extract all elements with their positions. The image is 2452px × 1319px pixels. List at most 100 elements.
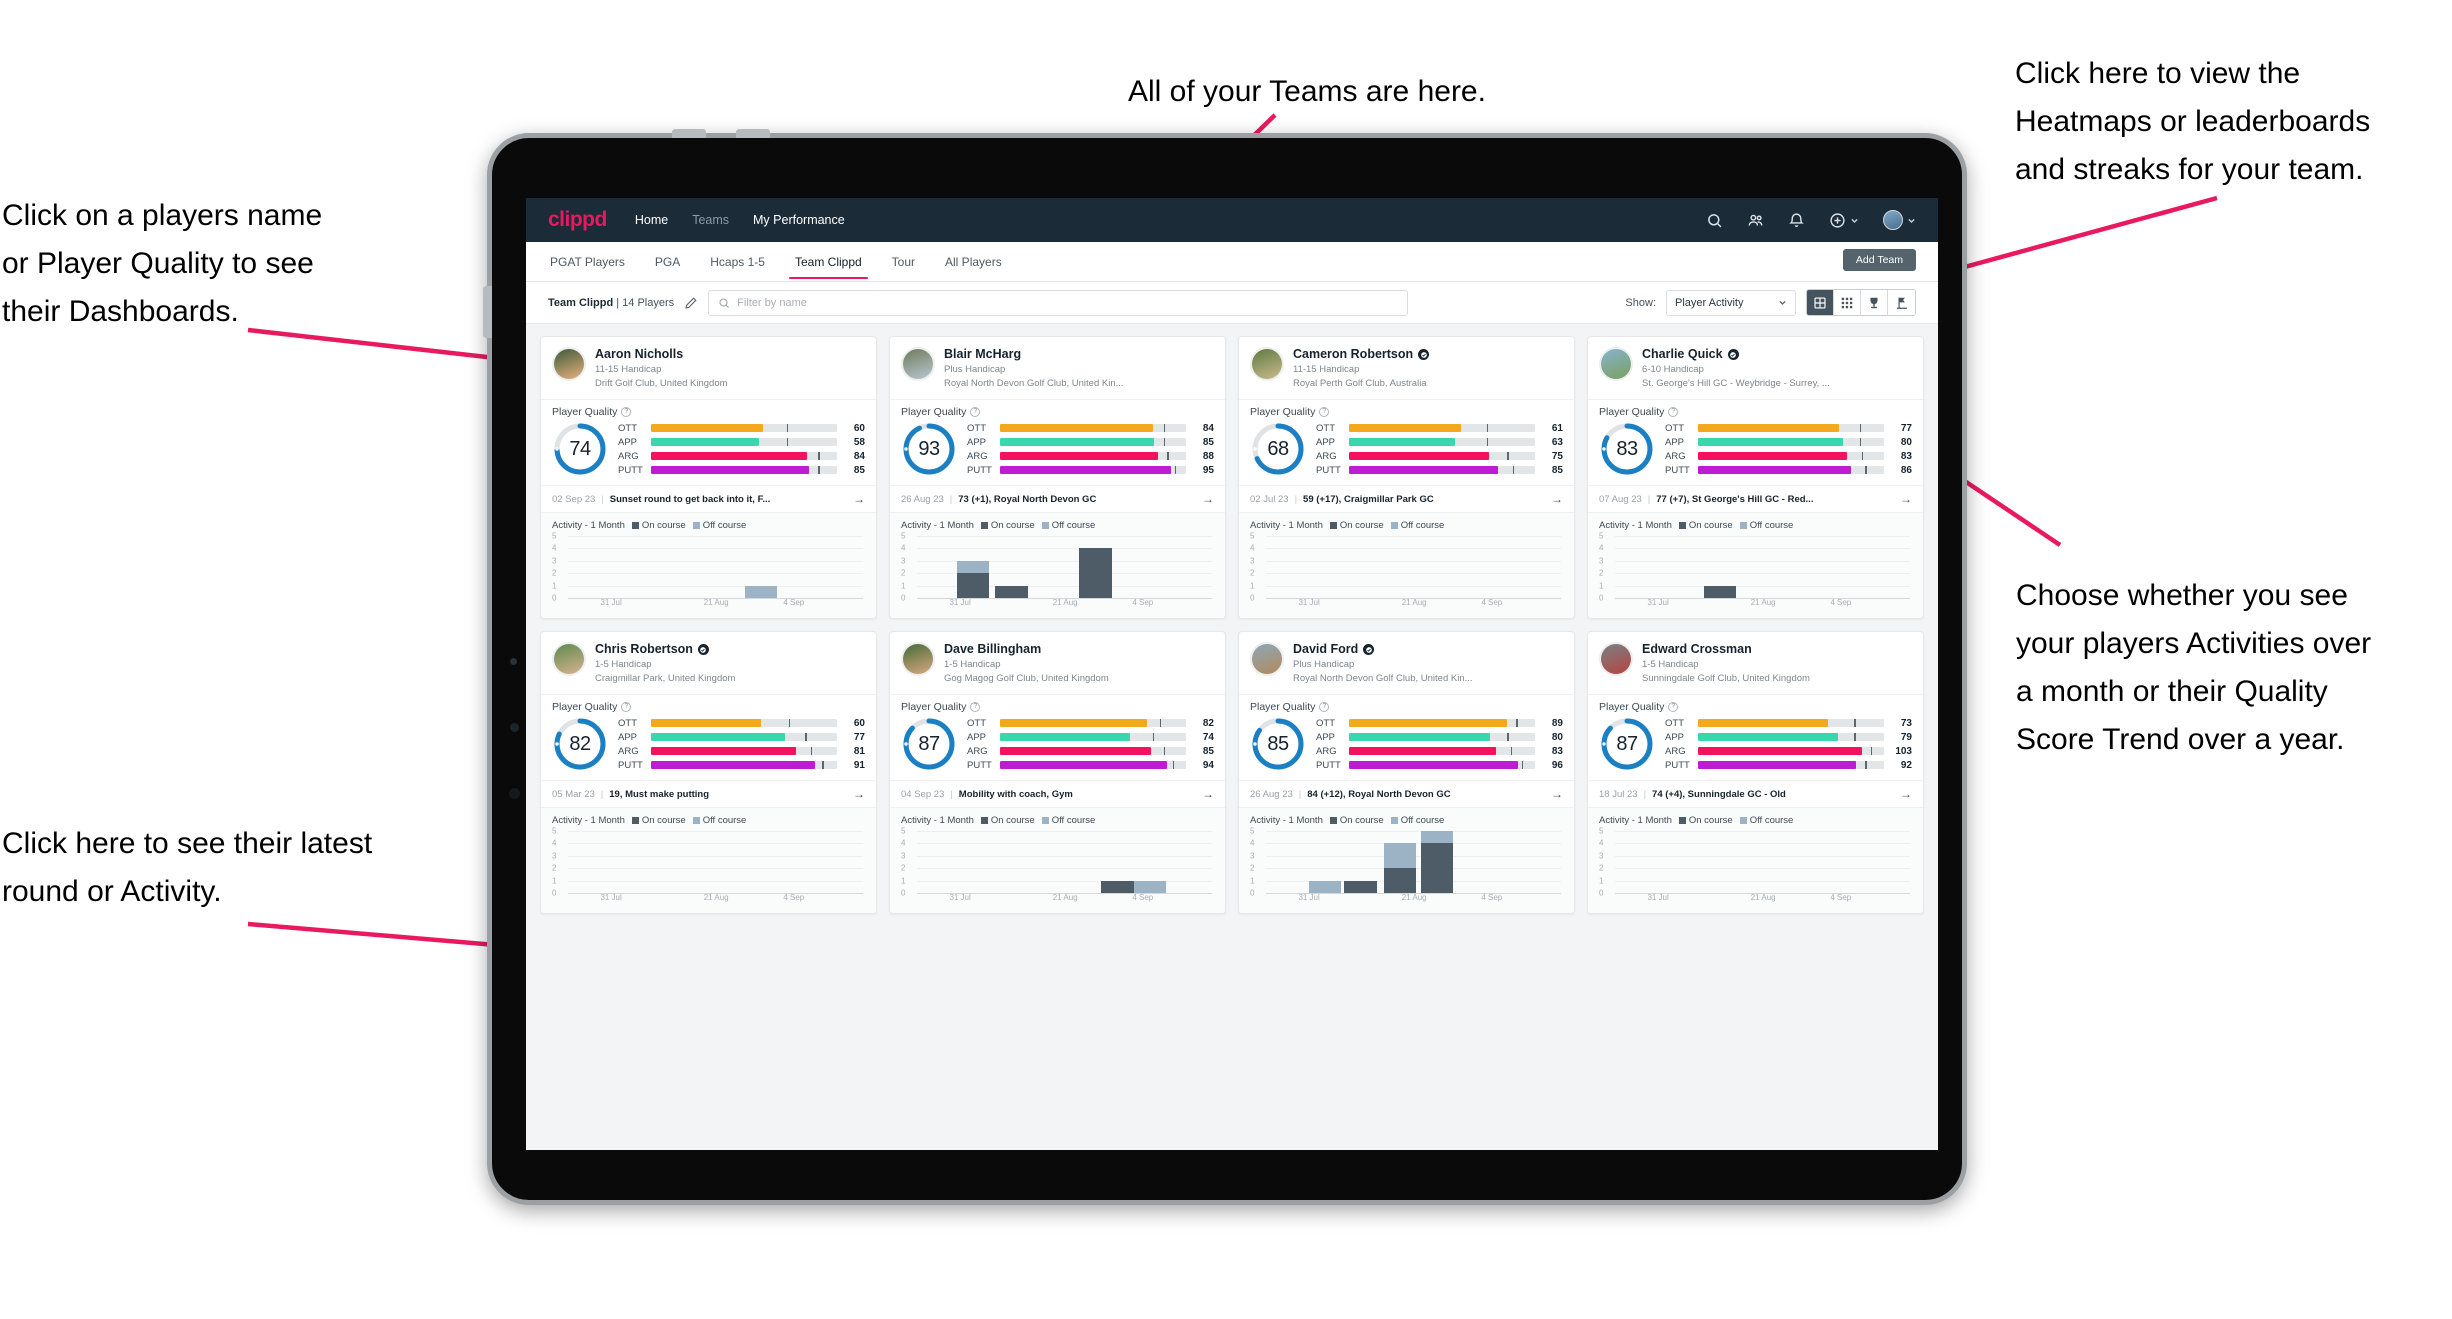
player-name[interactable]: Charlie Quick xyxy=(1642,347,1830,362)
player-card[interactable]: Charlie Quick 6-10 Handicap St. George's H… xyxy=(1587,336,1924,619)
activity-plot xyxy=(568,831,863,893)
player-quality-section[interactable]: Player Quality? 93 OTT 84 APP 85 ARG 88 PUTT 95 xyxy=(890,399,1225,485)
player-name[interactable]: David Ford xyxy=(1293,642,1473,657)
help-icon[interactable]: ? xyxy=(970,407,981,417)
latest-round-row[interactable]: 18 Jul 23 | 74 (+4), Sunningdale GC - Old → xyxy=(1588,780,1923,807)
latest-round-row[interactable]: 07 Aug 23 | 77 (+7), St George's Hill GC -… xyxy=(1588,485,1923,512)
help-icon[interactable]: ? xyxy=(1319,407,1330,417)
quality-score-ring: 87 xyxy=(901,716,957,772)
arrow-right-icon[interactable]: → xyxy=(1545,787,1563,801)
player-card-header[interactable]: David Ford Plus Handicap Royal North Devon… xyxy=(1239,632,1574,694)
user-avatar-menu[interactable] xyxy=(1883,210,1916,230)
view-toggle-group xyxy=(1806,289,1916,316)
player-avatar xyxy=(1250,642,1284,676)
chevron-down-icon xyxy=(1779,300,1786,305)
arrow-right-icon[interactable]: → xyxy=(847,787,865,801)
team-icon[interactable] xyxy=(1747,212,1764,229)
help-icon[interactable]: ? xyxy=(1319,702,1330,712)
help-icon[interactable]: ? xyxy=(970,702,981,712)
trophy-icon[interactable] xyxy=(1861,290,1888,315)
player-card[interactable]: Blair McHarg Plus Handicap Royal North Dev… xyxy=(889,336,1226,619)
player-card[interactable]: David Ford Plus Handicap Royal North Devon… xyxy=(1238,631,1575,914)
latest-round-row[interactable]: 04 Sep 23 | Mobility with coach, Gym → xyxy=(890,780,1225,807)
help-icon[interactable]: ? xyxy=(621,702,632,712)
tab-pga[interactable]: PGA xyxy=(653,244,682,279)
search-input[interactable]: Filter by name xyxy=(708,289,1409,316)
player-card[interactable]: Chris Robertson 1-5 Handicap Craigmillar P… xyxy=(540,631,877,914)
show-select[interactable]: Player Activity xyxy=(1666,289,1796,316)
quality-metric-row: PUTT 85 xyxy=(618,465,865,476)
arrow-right-icon[interactable]: → xyxy=(1894,787,1912,801)
player-card-header[interactable]: Edward Crossman 1-5 Handicap Sunningdale G… xyxy=(1588,632,1923,694)
y-axis-tick: 4 xyxy=(901,543,906,553)
player-card[interactable]: Edward Crossman 1-5 Handicap Sunningdale G… xyxy=(1587,631,1924,914)
y-axis-tick: 3 xyxy=(552,851,557,861)
latest-round-row[interactable]: 26 Aug 23 | 73 (+1), Royal North Devon GC → xyxy=(890,485,1225,512)
player-name[interactable]: Blair McHarg xyxy=(944,347,1124,362)
leaderboard-icon[interactable] xyxy=(1888,290,1915,315)
dense-grid-icon[interactable] xyxy=(1834,290,1861,315)
pencil-icon[interactable] xyxy=(684,296,698,310)
player-name[interactable]: Cameron Robertson xyxy=(1293,347,1430,362)
y-axis-tick: 3 xyxy=(901,556,906,566)
nav-teams[interactable]: Teams xyxy=(692,213,729,227)
player-card-header[interactable]: Cameron Robertson 11-15 Handicap Royal Per… xyxy=(1239,337,1574,399)
player-quality-section[interactable]: Player Quality? 82 OTT 60 APP 77 ARG 81 PUTT 91 xyxy=(541,694,876,780)
help-icon[interactable]: ? xyxy=(621,407,632,417)
arrow-right-icon[interactable]: → xyxy=(847,492,865,506)
help-icon[interactable]: ? xyxy=(1668,407,1679,417)
player-name[interactable]: Edward Crossman xyxy=(1642,642,1810,657)
player-name[interactable]: Chris Robertson xyxy=(595,642,735,657)
bell-icon[interactable] xyxy=(1788,212,1805,229)
player-quality-section[interactable]: Player Quality? 83 OTT 77 APP 80 ARG 83 PUTT 86 xyxy=(1588,399,1923,485)
player-card-header[interactable]: Blair McHarg Plus Handicap Royal North Dev… xyxy=(890,337,1225,399)
player-quality-section[interactable]: Player Quality? 87 OTT 73 APP 79 ARG 103 PUTT 92 xyxy=(1588,694,1923,780)
round-date: 26 Aug 23 xyxy=(1250,788,1293,800)
quality-score-ring: 83 xyxy=(1599,421,1655,477)
player-name[interactable]: Dave Billingham xyxy=(944,642,1109,657)
player-name[interactable]: Aaron Nicholls xyxy=(595,347,728,362)
player-quality-section[interactable]: Player Quality? 68 OTT 61 APP 63 ARG 75 PUTT 85 xyxy=(1239,399,1574,485)
search-icon[interactable] xyxy=(1706,212,1723,229)
player-quality-title: Player Quality? xyxy=(1599,701,1912,713)
tab-all-players[interactable]: All Players xyxy=(943,244,1004,279)
add-team-button[interactable]: Add Team xyxy=(1842,249,1916,271)
player-card-header[interactable]: Aaron Nicholls 11-15 Handicap Drift Golf C… xyxy=(541,337,876,399)
latest-round-row[interactable]: 02 Jul 23 | 59 (+17), Craigmillar Park GC → xyxy=(1239,485,1574,512)
arrow-right-icon[interactable]: → xyxy=(1545,492,1563,506)
activity-bar xyxy=(1308,880,1342,893)
player-quality-section[interactable]: Player Quality? 85 OTT 89 APP 80 ARG 83 PUTT 96 xyxy=(1239,694,1574,780)
arrow-right-icon[interactable]: → xyxy=(1196,492,1214,506)
tab-pgat-players[interactable]: PGAT Players xyxy=(548,244,627,279)
player-card[interactable]: Dave Billingham 1-5 Handicap Gog Magog Gol… xyxy=(889,631,1226,914)
x-axis-tick: 4 Sep xyxy=(783,893,805,902)
plus-circle-icon[interactable] xyxy=(1829,212,1859,229)
grid-view-icon[interactable] xyxy=(1807,290,1834,315)
help-icon[interactable]: ? xyxy=(1668,702,1679,712)
metric-value: 81 xyxy=(853,745,865,757)
latest-round-row[interactable]: 26 Aug 23 | 84 (+12), Royal North Devon GC… xyxy=(1239,780,1574,807)
arrow-right-icon[interactable]: → xyxy=(1894,492,1912,506)
arrow-right-icon[interactable]: → xyxy=(1196,787,1214,801)
quality-metrics: OTT 82 APP 74 ARG 85 PUTT 94 xyxy=(967,718,1214,771)
player-quality-section[interactable]: Player Quality? 74 OTT 60 APP 58 ARG 84 PUTT 85 xyxy=(541,399,876,485)
nav-home[interactable]: Home xyxy=(635,213,668,227)
legend-off-course-label: Off course xyxy=(702,815,747,826)
round-separator: | xyxy=(1294,493,1298,505)
y-axis-tick: 3 xyxy=(1250,851,1255,861)
tab-team-clippd[interactable]: Team Clippd xyxy=(788,244,868,279)
player-card[interactable]: Aaron Nicholls 11-15 Handicap Drift Golf C… xyxy=(540,336,877,619)
player-card[interactable]: Cameron Robertson 11-15 Handicap Royal Per… xyxy=(1238,336,1575,619)
nav-my-performance[interactable]: My Performance xyxy=(753,213,845,227)
player-card-header[interactable]: Chris Robertson 1-5 Handicap Craigmillar P… xyxy=(541,632,876,694)
player-card-header[interactable]: Dave Billingham 1-5 Handicap Gog Magog Gol… xyxy=(890,632,1225,694)
latest-round-row[interactable]: 05 Mar 23 | 19, Must make putting → xyxy=(541,780,876,807)
tab-hcaps-1-5[interactable]: Hcaps 1-5 xyxy=(708,244,767,279)
tab-tour[interactable]: Tour xyxy=(890,244,917,279)
latest-round-row[interactable]: 02 Sep 23 | Sunset round to get back into … xyxy=(541,485,876,512)
player-quality-label: Player Quality xyxy=(1599,701,1665,713)
player-quality-section[interactable]: Player Quality? 87 OTT 82 APP 74 ARG 85 PUTT 94 xyxy=(890,694,1225,780)
y-axis-tick: 3 xyxy=(552,556,557,566)
player-card-header[interactable]: Charlie Quick 6-10 Handicap St. George's H… xyxy=(1588,337,1923,399)
clippd-logo[interactable]: clippd xyxy=(548,208,607,232)
